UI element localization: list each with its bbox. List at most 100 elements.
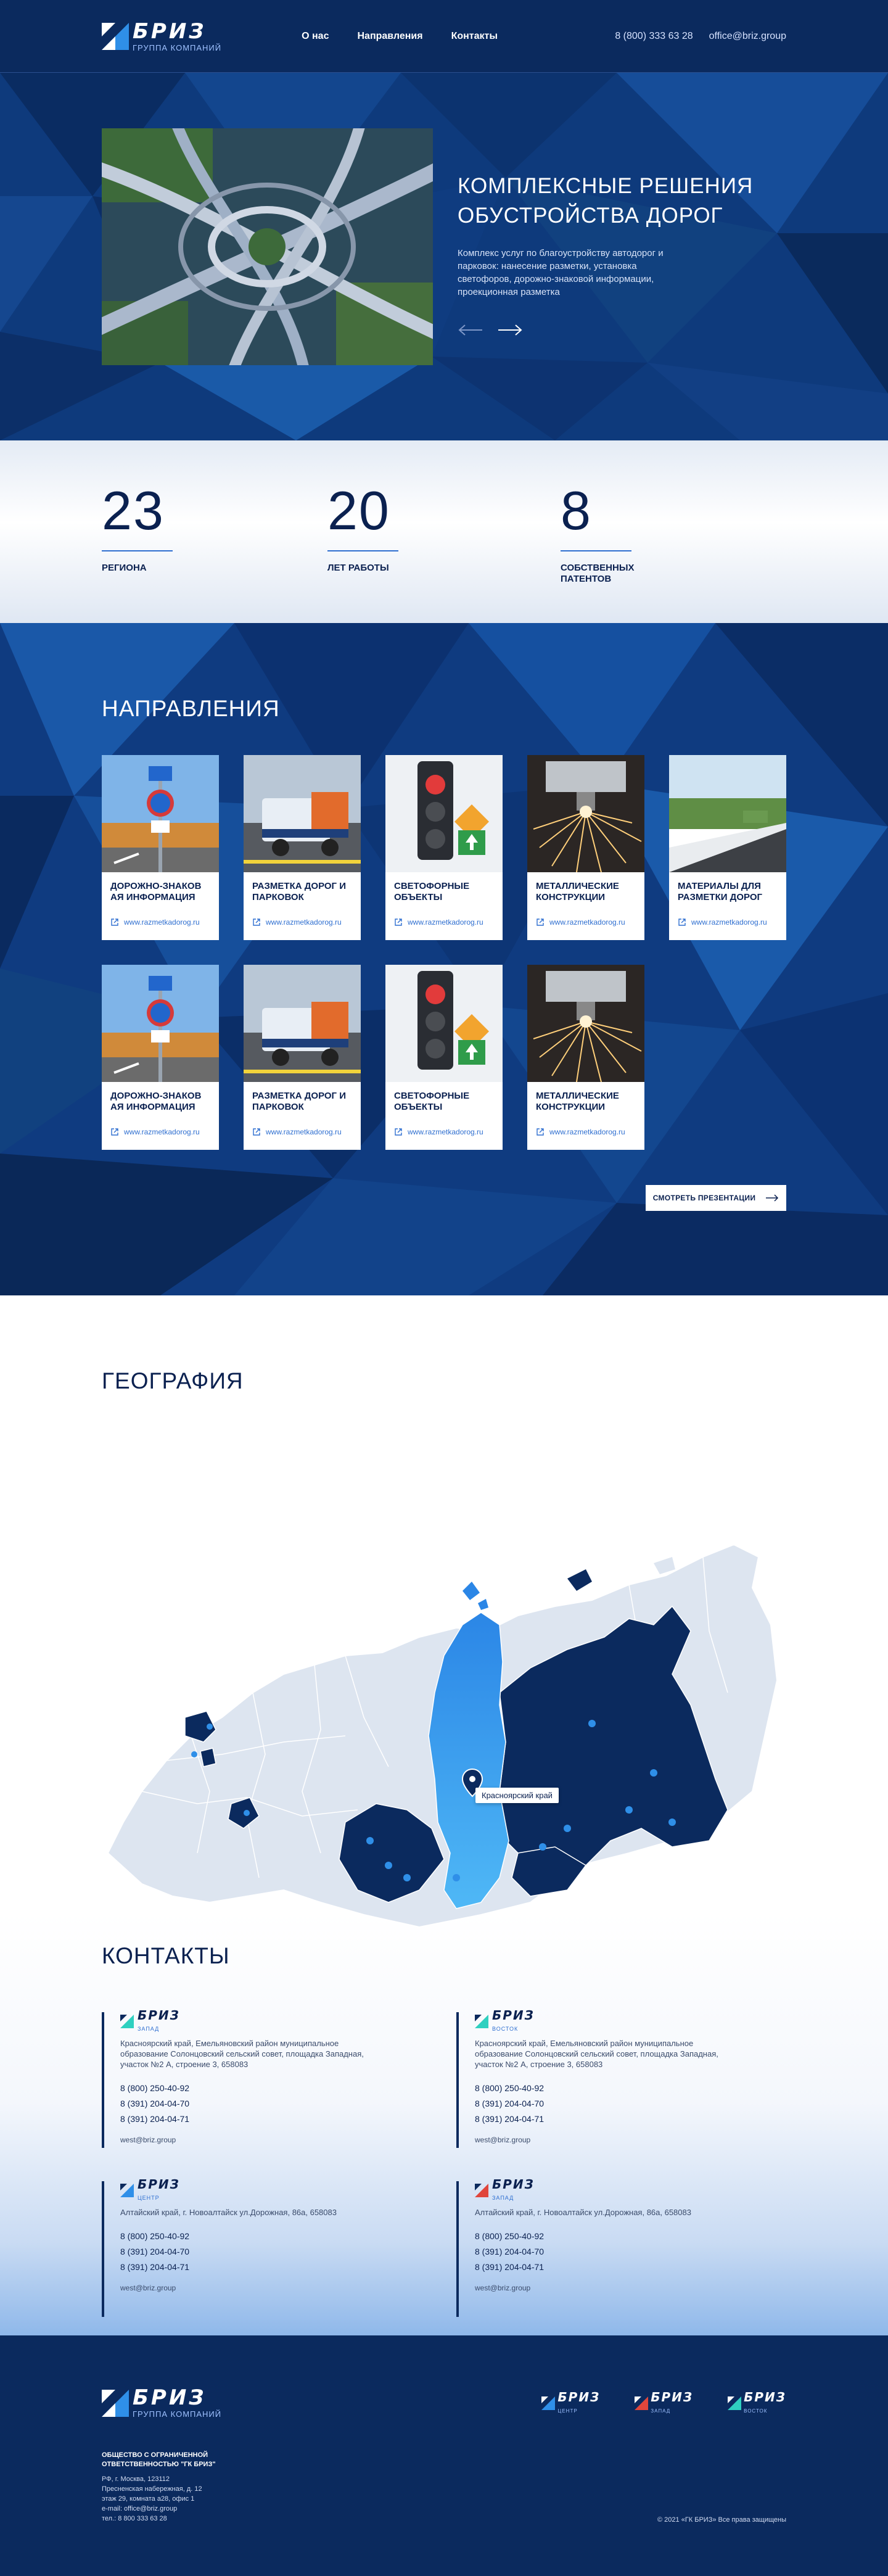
direction-card[interactable]: МЕТАЛЛИЧЕСКИЕ КОНСТРУКЦИИ www.razmetkador… bbox=[527, 965, 644, 1150]
briz-logo-icon bbox=[541, 2396, 556, 2410]
nav-directions[interactable]: Направления bbox=[357, 31, 422, 42]
card-link-text: www.razmetkadorog.ru bbox=[124, 918, 200, 927]
external-link-icon bbox=[111, 919, 118, 926]
contacts-grid: БРИЗ ЗАПАД Красноярский край, Емельяновски… bbox=[102, 2009, 786, 2317]
contact-phone[interactable]: 8 (391) 204-04-70 bbox=[475, 2096, 786, 2112]
contact-address: Алтайский край, г. Новоалтайск ул.Дорожн… bbox=[120, 2208, 337, 2217]
external-link-icon bbox=[536, 1128, 544, 1136]
arrow-right-icon[interactable] bbox=[497, 323, 523, 337]
card-link[interactable]: www.razmetkadorog.ru bbox=[669, 918, 786, 927]
contact-phone[interactable]: 8 (391) 204-04-71 bbox=[475, 2112, 786, 2127]
contact-phone[interactable]: 8 (800) 250-40-92 bbox=[120, 2081, 456, 2096]
direction-card[interactable]: РАЗМЕТКА ДОРОГ И ПАРКОВОК www.razmetkador… bbox=[244, 755, 361, 940]
card-title: РАЗМЕТКА ДОРОГ И ПАРКОВОК bbox=[252, 1091, 347, 1112]
card-link-text: www.razmetkadorog.ru bbox=[549, 918, 625, 927]
contacts-section: КОНТАКТЫ БРИЗ ЗАПАД Красноярский край, Еме… bbox=[0, 1912, 888, 2335]
card-link[interactable]: www.razmetkadorog.ru bbox=[385, 1128, 503, 1136]
contact-phone[interactable]: 8 (391) 204-04-71 bbox=[120, 2260, 456, 2275]
card-link[interactable]: www.razmetkadorog.ru bbox=[527, 1128, 644, 1136]
direction-card[interactable]: ДОРОЖНО-ЗНАКОВ АЯ ИНФОРМАЦИЯ www.razmetka… bbox=[102, 965, 219, 1150]
contact-phone[interactable]: 8 (391) 204-04-71 bbox=[475, 2260, 786, 2275]
contact-email[interactable]: west@briz.group bbox=[475, 2136, 786, 2144]
briz-logo-icon bbox=[120, 2184, 134, 2197]
direction-card[interactable]: МЕТАЛЛИЧЕСКИЕ КОНСТРУКЦИИ www.razmetkador… bbox=[527, 755, 644, 940]
brand-center[interactable]: БРИЗ ЦЕНТР bbox=[541, 2391, 600, 2416]
card-link-text: www.razmetkadorog.ru bbox=[408, 918, 483, 927]
direction-card[interactable]: РАЗМЕТКА ДОРОГ И ПАРКОВОК www.razmetkador… bbox=[244, 965, 361, 1150]
direction-card[interactable]: МАТЕРИАЛЫ ДЛЯ РАЗМЕТКИ ДОРОГ www.razmetka… bbox=[669, 755, 786, 940]
header-phone[interactable]: 8 (800) 333 63 28 bbox=[615, 31, 693, 42]
briz-logo-icon bbox=[102, 2389, 129, 2417]
view-presentations-button[interactable]: СМОТРЕТЬ ПРЕЗЕНТАЦИИ bbox=[646, 1185, 786, 1211]
contact-brand-logo: БРИЗ ВОСТОК bbox=[475, 2009, 786, 2032]
main-nav: О нас Направления Контакты bbox=[302, 31, 498, 42]
contact-phone[interactable]: 8 (391) 204-04-70 bbox=[475, 2244, 786, 2260]
logo-title: БРИЗ bbox=[133, 2385, 207, 2410]
card-image-traffic-light bbox=[385, 965, 503, 1082]
card-link-text: www.razmetkadorog.ru bbox=[549, 1128, 625, 1136]
footer-brands: БРИЗ ЦЕНТР БРИЗ ЗАПАД БРИЗ ВОСТОК bbox=[541, 2391, 786, 2416]
map-tooltip-region: Красноярский край bbox=[475, 1788, 559, 1803]
direction-card[interactable]: СВЕТОФОРНЫЕ ОБЪЕКТЫ www.razmetkadorog.ru bbox=[385, 755, 503, 940]
briz-logo-icon bbox=[120, 2015, 134, 2028]
footer-address-line: этаж 29, комната а28, офис 1 bbox=[102, 2495, 195, 2503]
card-link[interactable]: www.razmetkadorog.ru bbox=[527, 918, 644, 927]
brand-sub: ВОСТОК bbox=[492, 2026, 519, 2032]
directions-cards: ДОРОЖНО-ЗНАКОВ АЯ ИНФОРМАЦИЯ www.razmetka… bbox=[102, 755, 786, 1150]
brand-title: БРИЗ bbox=[492, 2008, 535, 2023]
contact-email[interactable]: west@briz.group bbox=[120, 2284, 456, 2292]
contact-phone[interactable]: 8 (391) 204-04-70 bbox=[120, 2244, 456, 2260]
contact-phone[interactable]: 8 (800) 250-40-92 bbox=[120, 2229, 456, 2244]
briz-logo-icon bbox=[102, 23, 129, 50]
brand-east[interactable]: БРИЗ ВОСТОК bbox=[728, 2391, 786, 2416]
card-link[interactable]: www.razmetkadorog.ru bbox=[102, 1128, 219, 1136]
geography-title: ГЕОГРАФИЯ bbox=[102, 1368, 244, 1393]
card-link[interactable]: www.razmetkadorog.ru bbox=[244, 1128, 361, 1136]
contact-phone[interactable]: 8 (800) 250-40-92 bbox=[475, 2081, 786, 2096]
hero-title: КОМПЛЕКСНЫЕ РЕШЕНИЯ ОБУСТРОЙСТВА ДОРОГ bbox=[458, 174, 754, 228]
card-title: МЕТАЛЛИЧЕСКИЕ КОНСТРУКЦИИ bbox=[536, 881, 619, 902]
nav-about[interactable]: О нас bbox=[302, 31, 329, 42]
stat-value: 20 bbox=[327, 480, 390, 541]
contact-email[interactable]: west@briz.group bbox=[120, 2136, 456, 2144]
card-link-text: www.razmetkadorog.ru bbox=[408, 1128, 483, 1136]
card-title: РАЗМЕТКА ДОРОГ И ПАРКОВОК bbox=[252, 881, 347, 902]
header-logo[interactable]: БРИЗ ГРУППА КОМПАНИЙ bbox=[102, 21, 221, 52]
card-image-road-materials bbox=[669, 755, 786, 872]
card-link[interactable]: www.razmetkadorog.ru bbox=[102, 918, 219, 927]
card-link[interactable]: www.razmetkadorog.ru bbox=[244, 918, 361, 927]
contact-phones: 8 (800) 250-40-92 8 (391) 204-04-70 8 (391… bbox=[475, 2229, 786, 2275]
brand-west[interactable]: БРИЗ ЗАПАД bbox=[635, 2391, 693, 2416]
card-image-metal-sparks bbox=[527, 965, 644, 1082]
nav-contacts[interactable]: Контакты bbox=[451, 31, 498, 42]
stat-value: 23 bbox=[102, 480, 165, 541]
external-link-icon bbox=[253, 1128, 260, 1136]
contact-block: БРИЗ ЗАПАД Алтайский край, г. Новоалтайск … bbox=[456, 2178, 786, 2317]
footer-logo[interactable]: БРИЗ ГРУППА КОМПАНИЙ bbox=[102, 2387, 221, 2419]
footer-phone[interactable]: тел.: 8 800 333 63 28 bbox=[102, 2514, 250, 2524]
footer-email[interactable]: e-mail: office@briz.group bbox=[102, 2504, 250, 2514]
card-title: МЕТАЛЛИЧЕСКИЕ КОНСТРУКЦИИ bbox=[536, 1091, 619, 1112]
contact-email[interactable]: west@briz.group bbox=[475, 2284, 786, 2292]
contact-phone[interactable]: 8 (391) 204-04-71 bbox=[120, 2112, 456, 2127]
contact-phones: 8 (800) 250-40-92 8 (391) 204-04-70 8 (391… bbox=[120, 2229, 456, 2275]
contact-phone[interactable]: 8 (800) 250-40-92 bbox=[475, 2229, 786, 2244]
site-footer: БРИЗ ГРУППА КОМПАНИЙ БРИЗ ЦЕНТР БРИЗ ЗАПАД… bbox=[0, 2335, 888, 2576]
logo-title: БРИЗ bbox=[133, 19, 207, 44]
direction-card[interactable]: СВЕТОФОРНЫЕ ОБЪЕКТЫ www.razmetkadorog.ru bbox=[385, 965, 503, 1150]
card-title: ДОРОЖНО-ЗНАКОВ АЯ ИНФОРМАЦИЯ bbox=[110, 1091, 202, 1112]
briz-logo-icon bbox=[475, 2015, 488, 2028]
card-image-marking-truck bbox=[244, 755, 361, 872]
contact-address: Алтайский край, г. Новоалтайск ул.Дорожн… bbox=[475, 2208, 691, 2217]
card-image-traffic-light bbox=[385, 755, 503, 872]
card-title: МАТЕРИАЛЫ ДЛЯ РАЗМЕТКИ ДОРОГ bbox=[678, 881, 763, 902]
arrow-left-icon[interactable] bbox=[458, 323, 483, 337]
site-header: БРИЗ ГРУППА КОМПАНИЙ О нас Направления К… bbox=[0, 0, 888, 73]
external-link-icon bbox=[395, 1128, 402, 1136]
card-link[interactable]: www.razmetkadorog.ru bbox=[385, 918, 503, 927]
header-email[interactable]: office@briz.group bbox=[709, 31, 786, 42]
stat-divider bbox=[561, 550, 632, 551]
brand-sub: ЗАПАД bbox=[492, 2195, 514, 2201]
direction-card[interactable]: ДОРОЖНО-ЗНАКОВ АЯ ИНФОРМАЦИЯ www.razmetka… bbox=[102, 755, 219, 940]
contact-phone[interactable]: 8 (391) 204-04-70 bbox=[120, 2096, 456, 2112]
